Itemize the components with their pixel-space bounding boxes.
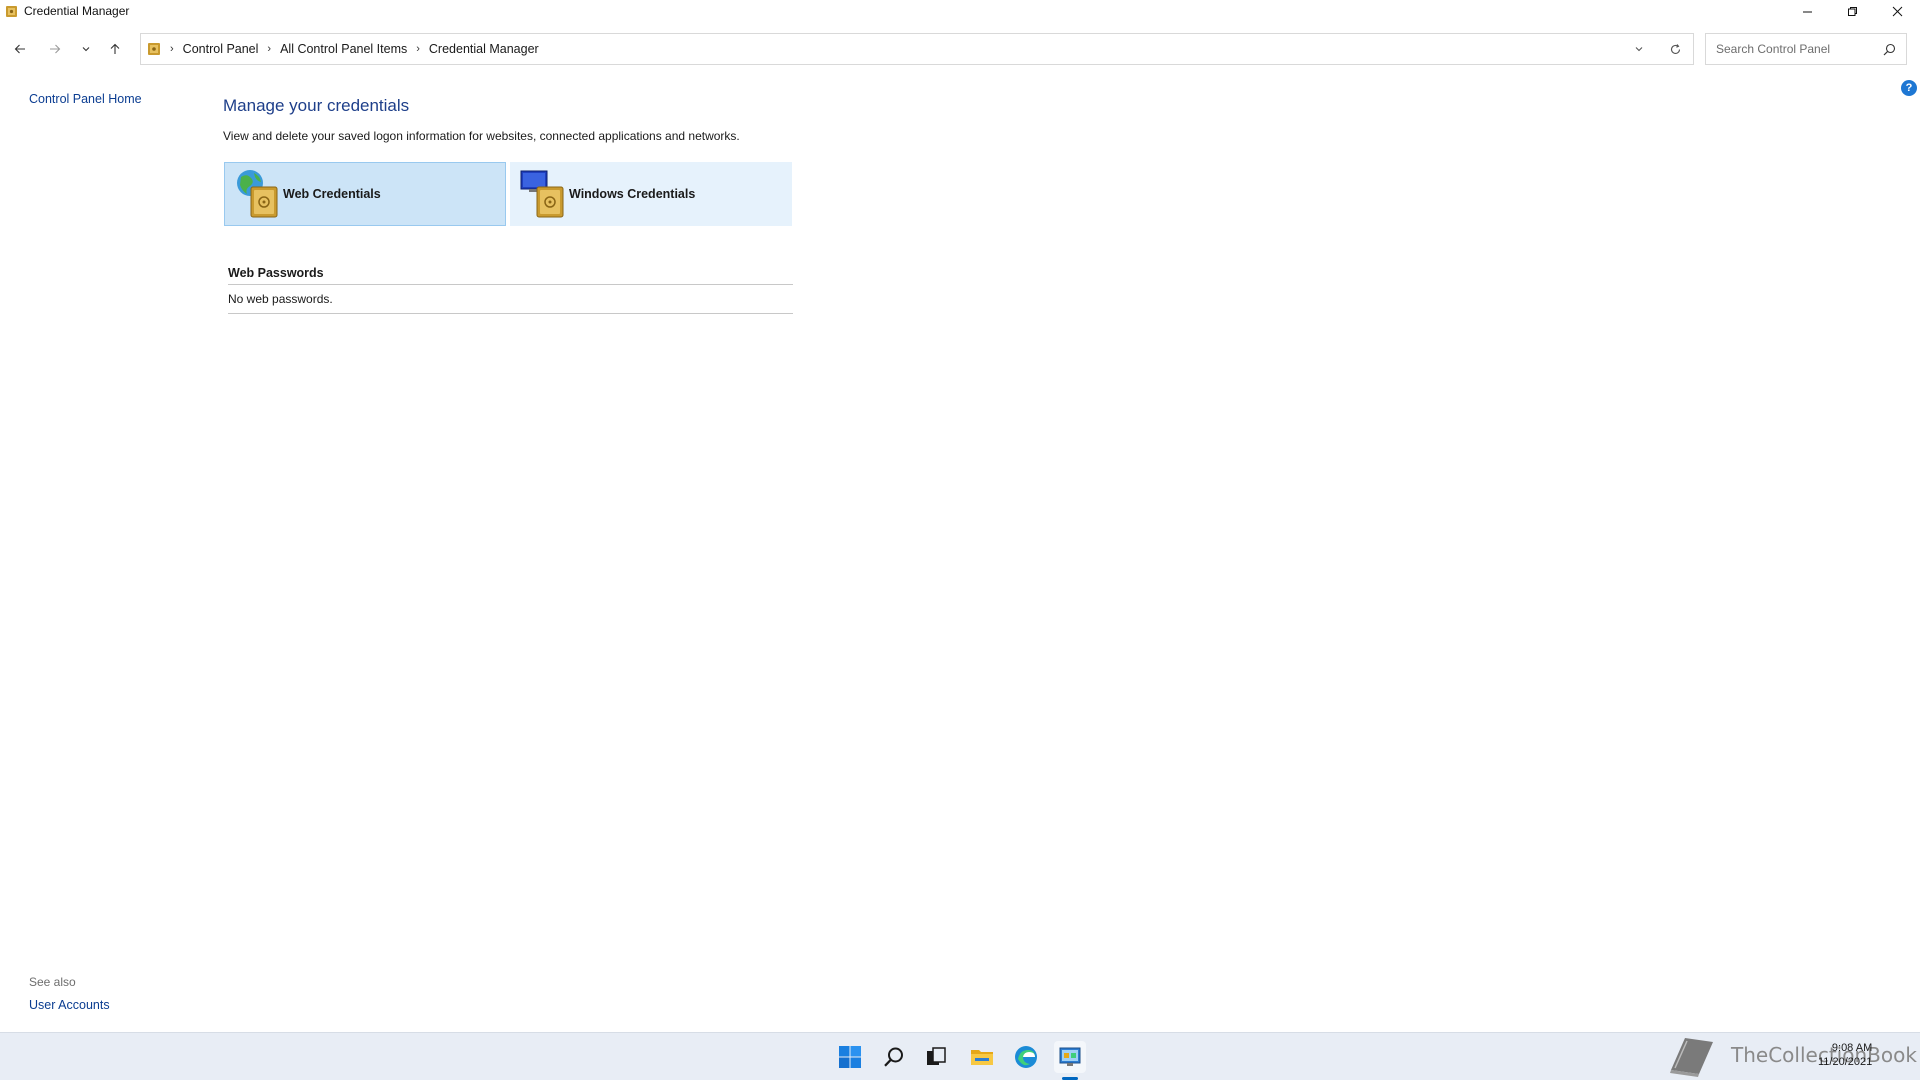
web-credentials-label: Web Credentials [283,187,381,201]
back-button[interactable] [7,30,33,68]
control-panel-icon [1059,1047,1081,1066]
close-icon [1892,6,1903,16]
main-content: Manage your credentials View and delete … [223,96,923,314]
taskbar-search-button[interactable] [878,1041,910,1073]
help-icon[interactable]: ? [1901,80,1917,96]
arrow-up-icon [110,43,120,54]
breadcrumb-all-items[interactable]: All Control Panel Items [280,42,407,56]
restore-icon [1848,6,1857,16]
credential-manager-icon [6,5,17,17]
minimize-button[interactable] [1785,0,1830,22]
web-passwords-section: Web Passwords No web passwords. [228,266,793,314]
control-panel-home-link[interactable]: Control Panel Home [29,92,142,106]
navigation-row: › Control Panel › All Control Panel Item… [0,30,1920,68]
arrow-left-icon [14,44,25,54]
web-credentials-tile[interactable]: Web Credentials [224,162,506,226]
search-box[interactable] [1705,33,1907,65]
edge-button[interactable] [1010,1041,1042,1073]
search-icon [1883,43,1896,56]
see-also-label: See also [29,975,76,989]
user-accounts-link[interactable]: User Accounts [29,998,110,1012]
control-panel-button[interactable] [1054,1041,1086,1073]
start-icon [839,1046,861,1068]
credential-manager-icon [148,43,160,55]
forward-button[interactable] [42,30,68,68]
windows-credentials-icon [520,170,564,218]
breadcrumb-control-panel[interactable]: Control Panel [183,42,259,56]
clock-time: 9:08 AM [1831,1042,1873,1054]
task-view-icon [927,1047,946,1065]
clock[interactable]: 9:08 AM 11/20/2021 [1818,1041,1872,1069]
chevron-down-icon [82,47,90,52]
clock-date: 11/20/2021 [1818,1056,1873,1068]
minimize-icon [1803,11,1812,12]
task-view-button[interactable] [920,1041,952,1073]
web-credentials-icon [237,170,278,218]
windows-credentials-tile[interactable]: Windows Credentials [510,162,792,226]
search-icon [884,1047,903,1067]
breadcrumb-separator[interactable]: › [267,43,271,55]
address-bar-actions [1621,34,1693,64]
recent-locations-button[interactable] [73,30,99,68]
empty-message: No web passwords. [228,285,793,314]
page-description: View and delete your saved logon informa… [223,129,740,143]
refresh-icon [1670,43,1680,54]
credential-tiles: Web Credentials Windows Credentials [224,162,792,226]
section-title: Web Passwords [228,266,793,285]
breadcrumb-separator: › [170,43,174,55]
book-icon [1670,1038,1713,1077]
page-title: Manage your credentials [223,96,410,115]
windows-credentials-label: Windows Credentials [569,187,696,201]
address-bar[interactable]: › Control Panel › All Control Panel Item… [140,33,1694,65]
file-explorer-button[interactable] [966,1041,998,1073]
refresh-button[interactable] [1657,34,1693,64]
left-pane: Control Panel Home See also User Account… [0,68,200,1028]
restore-button[interactable] [1830,0,1875,22]
window-title: Credential Manager [24,4,130,18]
close-button[interactable] [1875,0,1920,22]
window-controls [1785,0,1920,22]
breadcrumb-separator[interactable]: › [416,43,420,55]
edge-icon [1015,1046,1037,1068]
watermark: TheCollectionBook [1665,1030,1917,1080]
start-button[interactable] [834,1041,866,1073]
address-history-button[interactable] [1621,34,1657,64]
title-bar: Credential Manager [0,0,1920,22]
taskbar [0,1032,1920,1080]
chevron-down-icon [1635,47,1643,52]
up-button[interactable] [102,30,128,68]
file-explorer-icon [971,1050,993,1065]
breadcrumb-credential-manager[interactable]: Credential Manager [429,42,539,56]
search-input[interactable] [1714,41,1874,57]
arrow-right-icon [50,44,61,54]
